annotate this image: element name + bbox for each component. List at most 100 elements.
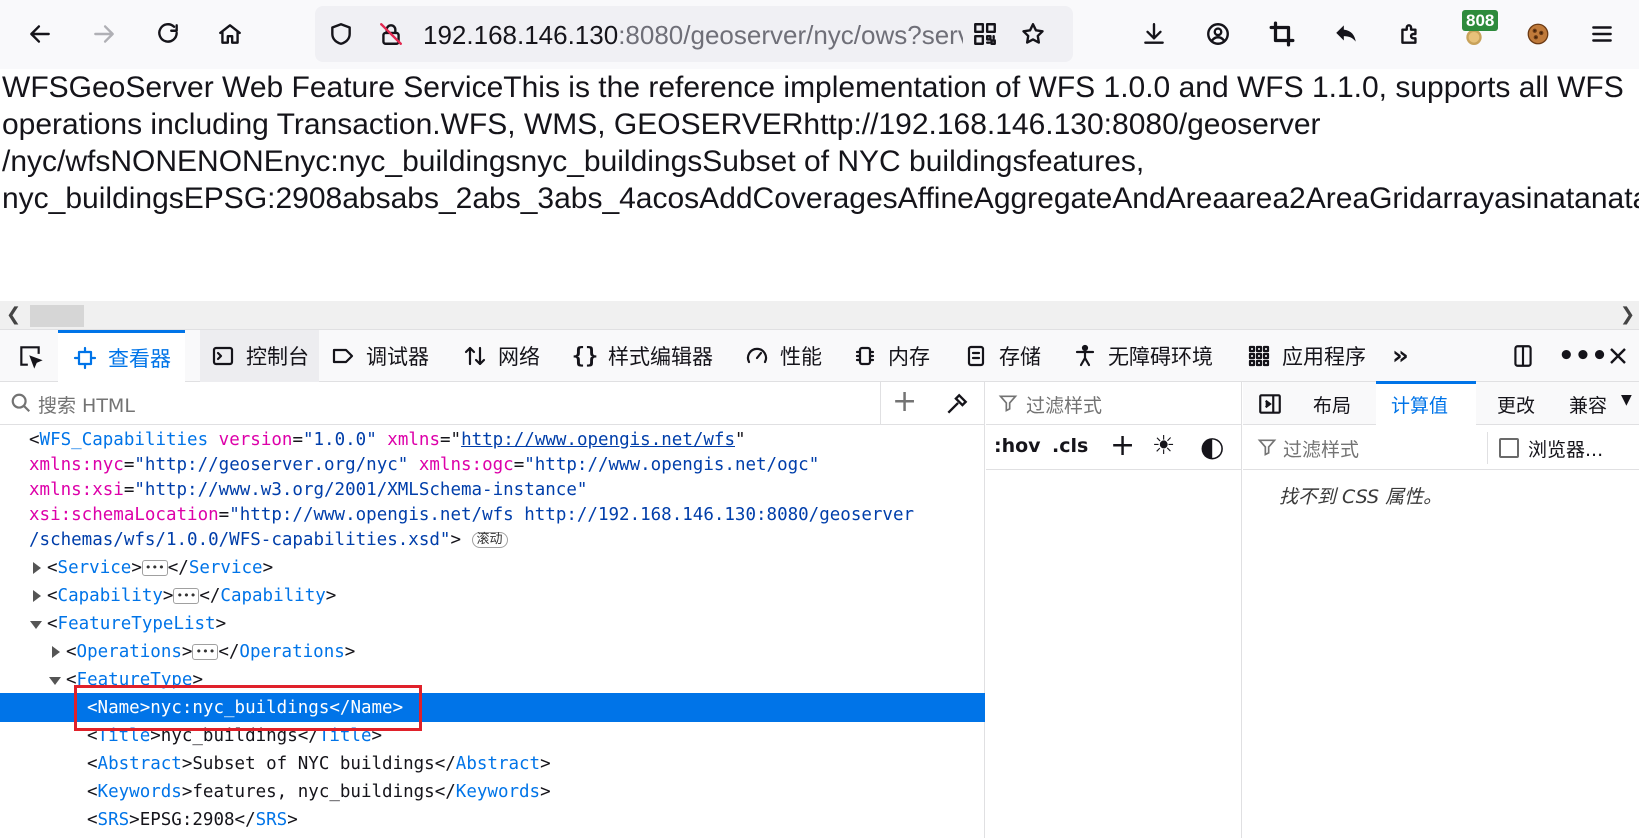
markup-root-line-3[interactable]: xmlns:xsi="http://www.w3.org/2001/XMLSch… bbox=[29, 478, 587, 503]
dark-mode-contrast-icon[interactable]: ◐ bbox=[1200, 430, 1224, 463]
download-icon[interactable] bbox=[1134, 14, 1174, 54]
computed-filter-input[interactable]: 过滤样式 bbox=[1283, 435, 1359, 462]
bookmark-star-icon[interactable] bbox=[1017, 18, 1049, 50]
tab-storage[interactable]: 存储 bbox=[963, 330, 1041, 382]
eyedropper-icon[interactable] bbox=[944, 391, 970, 417]
page-content: WFSGeoServer Web Feature ServiceThis is … bbox=[0, 69, 1639, 301]
dock-side-icon[interactable] bbox=[1510, 330, 1536, 382]
divider bbox=[880, 382, 881, 425]
markup-root-line-2[interactable]: xmlns:nyc="http://geoserver.org/nyc" xml… bbox=[29, 453, 819, 478]
tab-layout[interactable]: 布局 bbox=[1313, 391, 1351, 418]
rules-filter-input[interactable]: 过滤样式 bbox=[1026, 391, 1102, 418]
tab-memory-label: 内存 bbox=[888, 345, 930, 369]
computed-sidebar: 布局 计算值 更改 兼容 ▼ 过滤样式 浏览器... 找不到 CSS 属性。 bbox=[1243, 381, 1639, 838]
forward-icon[interactable] bbox=[84, 14, 124, 54]
scroll-left-icon[interactable]: ❮ bbox=[6, 304, 21, 325]
screenshot-crop-icon[interactable] bbox=[1262, 14, 1302, 54]
tabs-overflow-chevron-icon[interactable]: ▼ bbox=[1621, 392, 1632, 408]
keywords-close-tag: Keywords bbox=[455, 782, 541, 802]
node-featuretypelist[interactable]: <FeatureTypeList> bbox=[47, 612, 226, 637]
undo-icon[interactable] bbox=[1326, 14, 1366, 54]
markup-root-line-5[interactable]: /schemas/wfs/1.0.0/WFS-capabilities.xsd"… bbox=[29, 528, 508, 553]
horizontal-scrollbar[interactable]: ❮ ❯ bbox=[0, 301, 1639, 329]
expand-capability-icon[interactable] bbox=[33, 590, 41, 602]
xmlns-link[interactable]: http://www.opengis.net/wfs bbox=[461, 430, 735, 450]
annotation-highlight-box bbox=[74, 685, 422, 731]
attr-schema-location: xsi:schemaLocation bbox=[29, 505, 219, 525]
rules-toolbar: :hov .cls + ☀ ◐ bbox=[986, 426, 1242, 470]
tab-changes[interactable]: 更改 bbox=[1497, 391, 1535, 418]
add-rule-icon[interactable]: + bbox=[1110, 428, 1135, 463]
node-abstract[interactable]: <Abstract>Subset of NYC buildings</Abstr… bbox=[87, 752, 551, 777]
tab-network[interactable]: 网络 bbox=[462, 330, 540, 382]
computed-filter-bar: 过滤样式 浏览器... bbox=[1243, 426, 1639, 470]
node-srs[interactable]: <SRS>EPSG:2908</SRS> bbox=[87, 808, 298, 833]
val-version: "1.0.0" bbox=[302, 430, 377, 450]
tab-accessibility[interactable]: 无障碍环境 bbox=[1072, 330, 1213, 382]
rules-panel: 过滤样式 :hov .cls + ☀ ◐ bbox=[986, 382, 1242, 838]
menu-icon[interactable] bbox=[1582, 14, 1622, 54]
tab-performance[interactable]: 性能 bbox=[744, 330, 822, 382]
url-host: 192.168.146.130 bbox=[423, 20, 619, 50]
val-xmlns-nyc: "http://geoserver.org/nyc" bbox=[134, 455, 409, 475]
close-devtools-icon[interactable] bbox=[1606, 330, 1630, 382]
markup-root-line-4[interactable]: xsi:schemaLocation="http://www.opengis.n… bbox=[29, 503, 914, 528]
url-path: :8080/geoserver/nyc/ows?serv bbox=[618, 20, 963, 50]
hov-toggle[interactable]: :hov bbox=[994, 435, 1041, 457]
url-text[interactable]: 192.168.146.130:8080/geoserver/nyc/ows?s… bbox=[423, 20, 963, 51]
service-tag: Service bbox=[57, 558, 132, 578]
node-service[interactable]: <Service> ••• </Service> bbox=[47, 556, 273, 581]
html-search-bar[interactable]: 搜索 HTML + bbox=[0, 382, 984, 425]
tab-performance-label: 性能 bbox=[780, 345, 822, 369]
cls-toggle[interactable]: .cls bbox=[1052, 435, 1088, 457]
qr-code-icon[interactable] bbox=[969, 18, 1001, 50]
scrollbar-thumb[interactable] bbox=[30, 305, 84, 327]
add-node-icon[interactable]: + bbox=[892, 384, 917, 419]
operations-tag: Operations bbox=[76, 642, 182, 662]
node-operations[interactable]: <Operations> ••• </Operations> bbox=[66, 640, 355, 665]
rules-filter-bar[interactable]: 过滤样式 bbox=[986, 382, 1242, 425]
braces-icon: {} bbox=[571, 343, 599, 369]
reload-icon[interactable] bbox=[148, 14, 188, 54]
home-icon[interactable] bbox=[210, 14, 250, 54]
tab-memory[interactable]: 内存 bbox=[852, 330, 930, 382]
collapse-featuretypelist-icon[interactable] bbox=[30, 621, 42, 629]
scroll-badge[interactable]: 滚动 bbox=[471, 532, 508, 548]
tab-debugger-label: 调试器 bbox=[366, 345, 429, 369]
light-mode-sun-icon[interactable]: ☀ bbox=[1152, 431, 1175, 461]
node-keywords[interactable]: <Keywords>features, nyc_buildings</Keywo… bbox=[87, 780, 551, 805]
more-options-icon[interactable]: ••• bbox=[1558, 330, 1608, 382]
expand-operations-icon[interactable] bbox=[52, 646, 60, 658]
tab-computed[interactable]: 计算值 bbox=[1391, 391, 1448, 418]
scroll-right-icon[interactable]: ❯ bbox=[1620, 304, 1635, 325]
insecure-lock-icon[interactable] bbox=[375, 18, 407, 50]
more-tabs-chevron-icon[interactable]: » bbox=[1392, 330, 1409, 382]
tab-style-editor[interactable]: {} 样式编辑器 bbox=[572, 330, 713, 382]
tab-console[interactable]: 控制台 bbox=[200, 330, 319, 382]
srs-value: EPSG:2908 bbox=[139, 810, 235, 830]
collapse-featuretype-icon[interactable] bbox=[49, 677, 61, 685]
search-html-input[interactable]: 搜索 HTML bbox=[38, 391, 135, 418]
element-picker-icon[interactable] bbox=[10, 330, 50, 382]
attr-version: version bbox=[218, 430, 293, 450]
tab-compat[interactable]: 兼容 bbox=[1569, 391, 1607, 418]
extensions-puzzle-icon[interactable] bbox=[1390, 14, 1430, 54]
accessibility-icon bbox=[1072, 343, 1098, 369]
collapsed-ellipsis-icon[interactable]: ••• bbox=[141, 560, 168, 576]
shield-icon[interactable] bbox=[325, 18, 357, 50]
markup-root-line-1[interactable]: <WFS_Capabilities version="1.0.0" xmlns=… bbox=[29, 428, 746, 453]
node-capability[interactable]: <Capability> ••• </Capability> bbox=[47, 584, 336, 609]
account-icon[interactable] bbox=[1198, 14, 1238, 54]
url-bar[interactable]: 192.168.146.130:8080/geoserver/nyc/ows?s… bbox=[315, 6, 1073, 62]
tab-application[interactable]: 应用程序 bbox=[1246, 330, 1366, 382]
collapsed-ellipsis-icon[interactable]: ••• bbox=[173, 588, 200, 604]
tab-console-label: 控制台 bbox=[246, 345, 309, 369]
back-icon[interactable] bbox=[20, 14, 60, 54]
tab-inspector[interactable]: 查看器 bbox=[58, 330, 185, 382]
expand-service-icon[interactable] bbox=[33, 562, 41, 574]
collapsed-ellipsis-icon[interactable]: ••• bbox=[192, 644, 219, 660]
toggle-sidebar-icon[interactable] bbox=[1257, 391, 1283, 417]
browser-styles-checkbox[interactable] bbox=[1499, 438, 1519, 458]
cookie-icon[interactable] bbox=[1518, 14, 1558, 54]
tab-debugger[interactable]: 调试器 bbox=[330, 330, 429, 382]
